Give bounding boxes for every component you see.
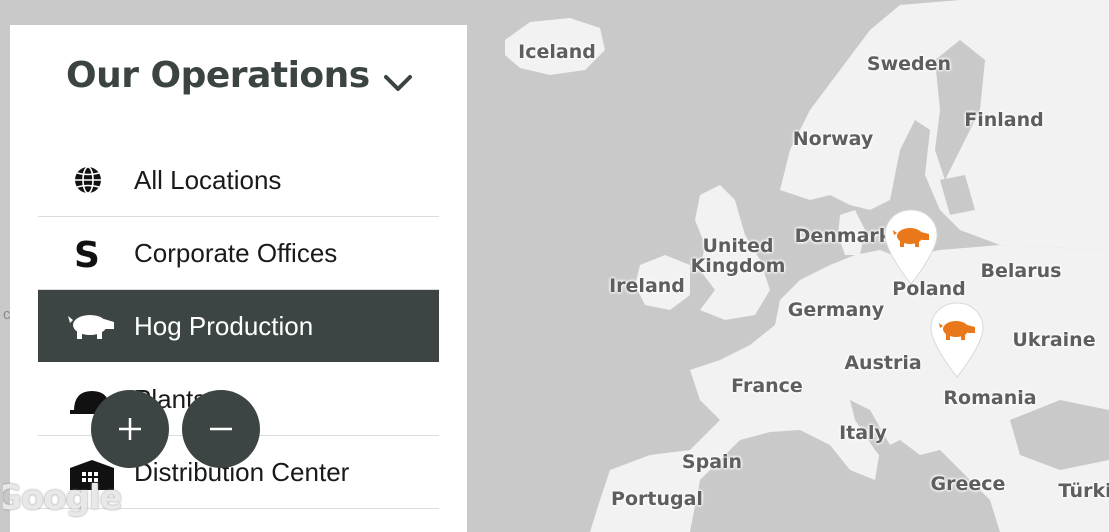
minus-icon <box>210 427 232 431</box>
chevron-down-icon[interactable] <box>382 73 414 93</box>
label-denmark: Denmark <box>794 225 892 248</box>
label-italy: Italy <box>839 422 887 445</box>
label-norway: Norway <box>792 128 874 151</box>
menu-item-label: Corporate Offices <box>134 238 338 268</box>
label-spain: Spain <box>681 451 743 474</box>
label-greece: Greece <box>930 473 1006 496</box>
menu-item-all-locations[interactable]: All Locations <box>38 144 439 217</box>
google-logo[interactable]: Google <box>3 478 122 518</box>
menu-item-label: Hog Production <box>134 311 314 341</box>
zoom-out-button[interactable] <box>182 390 260 468</box>
pig-icon <box>68 315 114 339</box>
label-united-kingdom: United Kingdom <box>690 235 786 277</box>
zoom-in-button[interactable] <box>91 390 169 468</box>
label-austria: Austria <box>844 352 922 375</box>
label-sweden: Sweden <box>866 53 952 76</box>
hog-marker-poland[interactable] <box>882 208 940 288</box>
label-ireland: Ireland <box>609 275 685 298</box>
label-turkey: Türki <box>1058 480 1109 503</box>
label-ukraine: Ukraine <box>1012 329 1096 352</box>
menu-item-label: All Locations <box>134 165 282 195</box>
label-belarus: Belarus <box>980 260 1062 283</box>
label-iceland: Iceland <box>518 41 596 64</box>
menu-item-corporate-offices[interactable]: S Corporate Offices <box>38 217 439 290</box>
plus-icon <box>119 418 141 440</box>
smithfield-s-icon: S <box>74 235 100 271</box>
label-france: France <box>731 375 803 398</box>
globe-icon <box>75 166 101 194</box>
label-finland: Finland <box>964 109 1044 132</box>
label-portugal: Portugal <box>611 488 703 511</box>
label-germany: Germany <box>787 299 885 322</box>
hog-marker-romania[interactable] <box>928 301 986 381</box>
label-romania: Romania <box>943 387 1037 410</box>
svg-text:S: S <box>74 235 100 271</box>
panel-title[interactable]: Our Operations <box>66 55 370 96</box>
menu-item-hog-production[interactable]: Hog Production <box>38 290 439 362</box>
